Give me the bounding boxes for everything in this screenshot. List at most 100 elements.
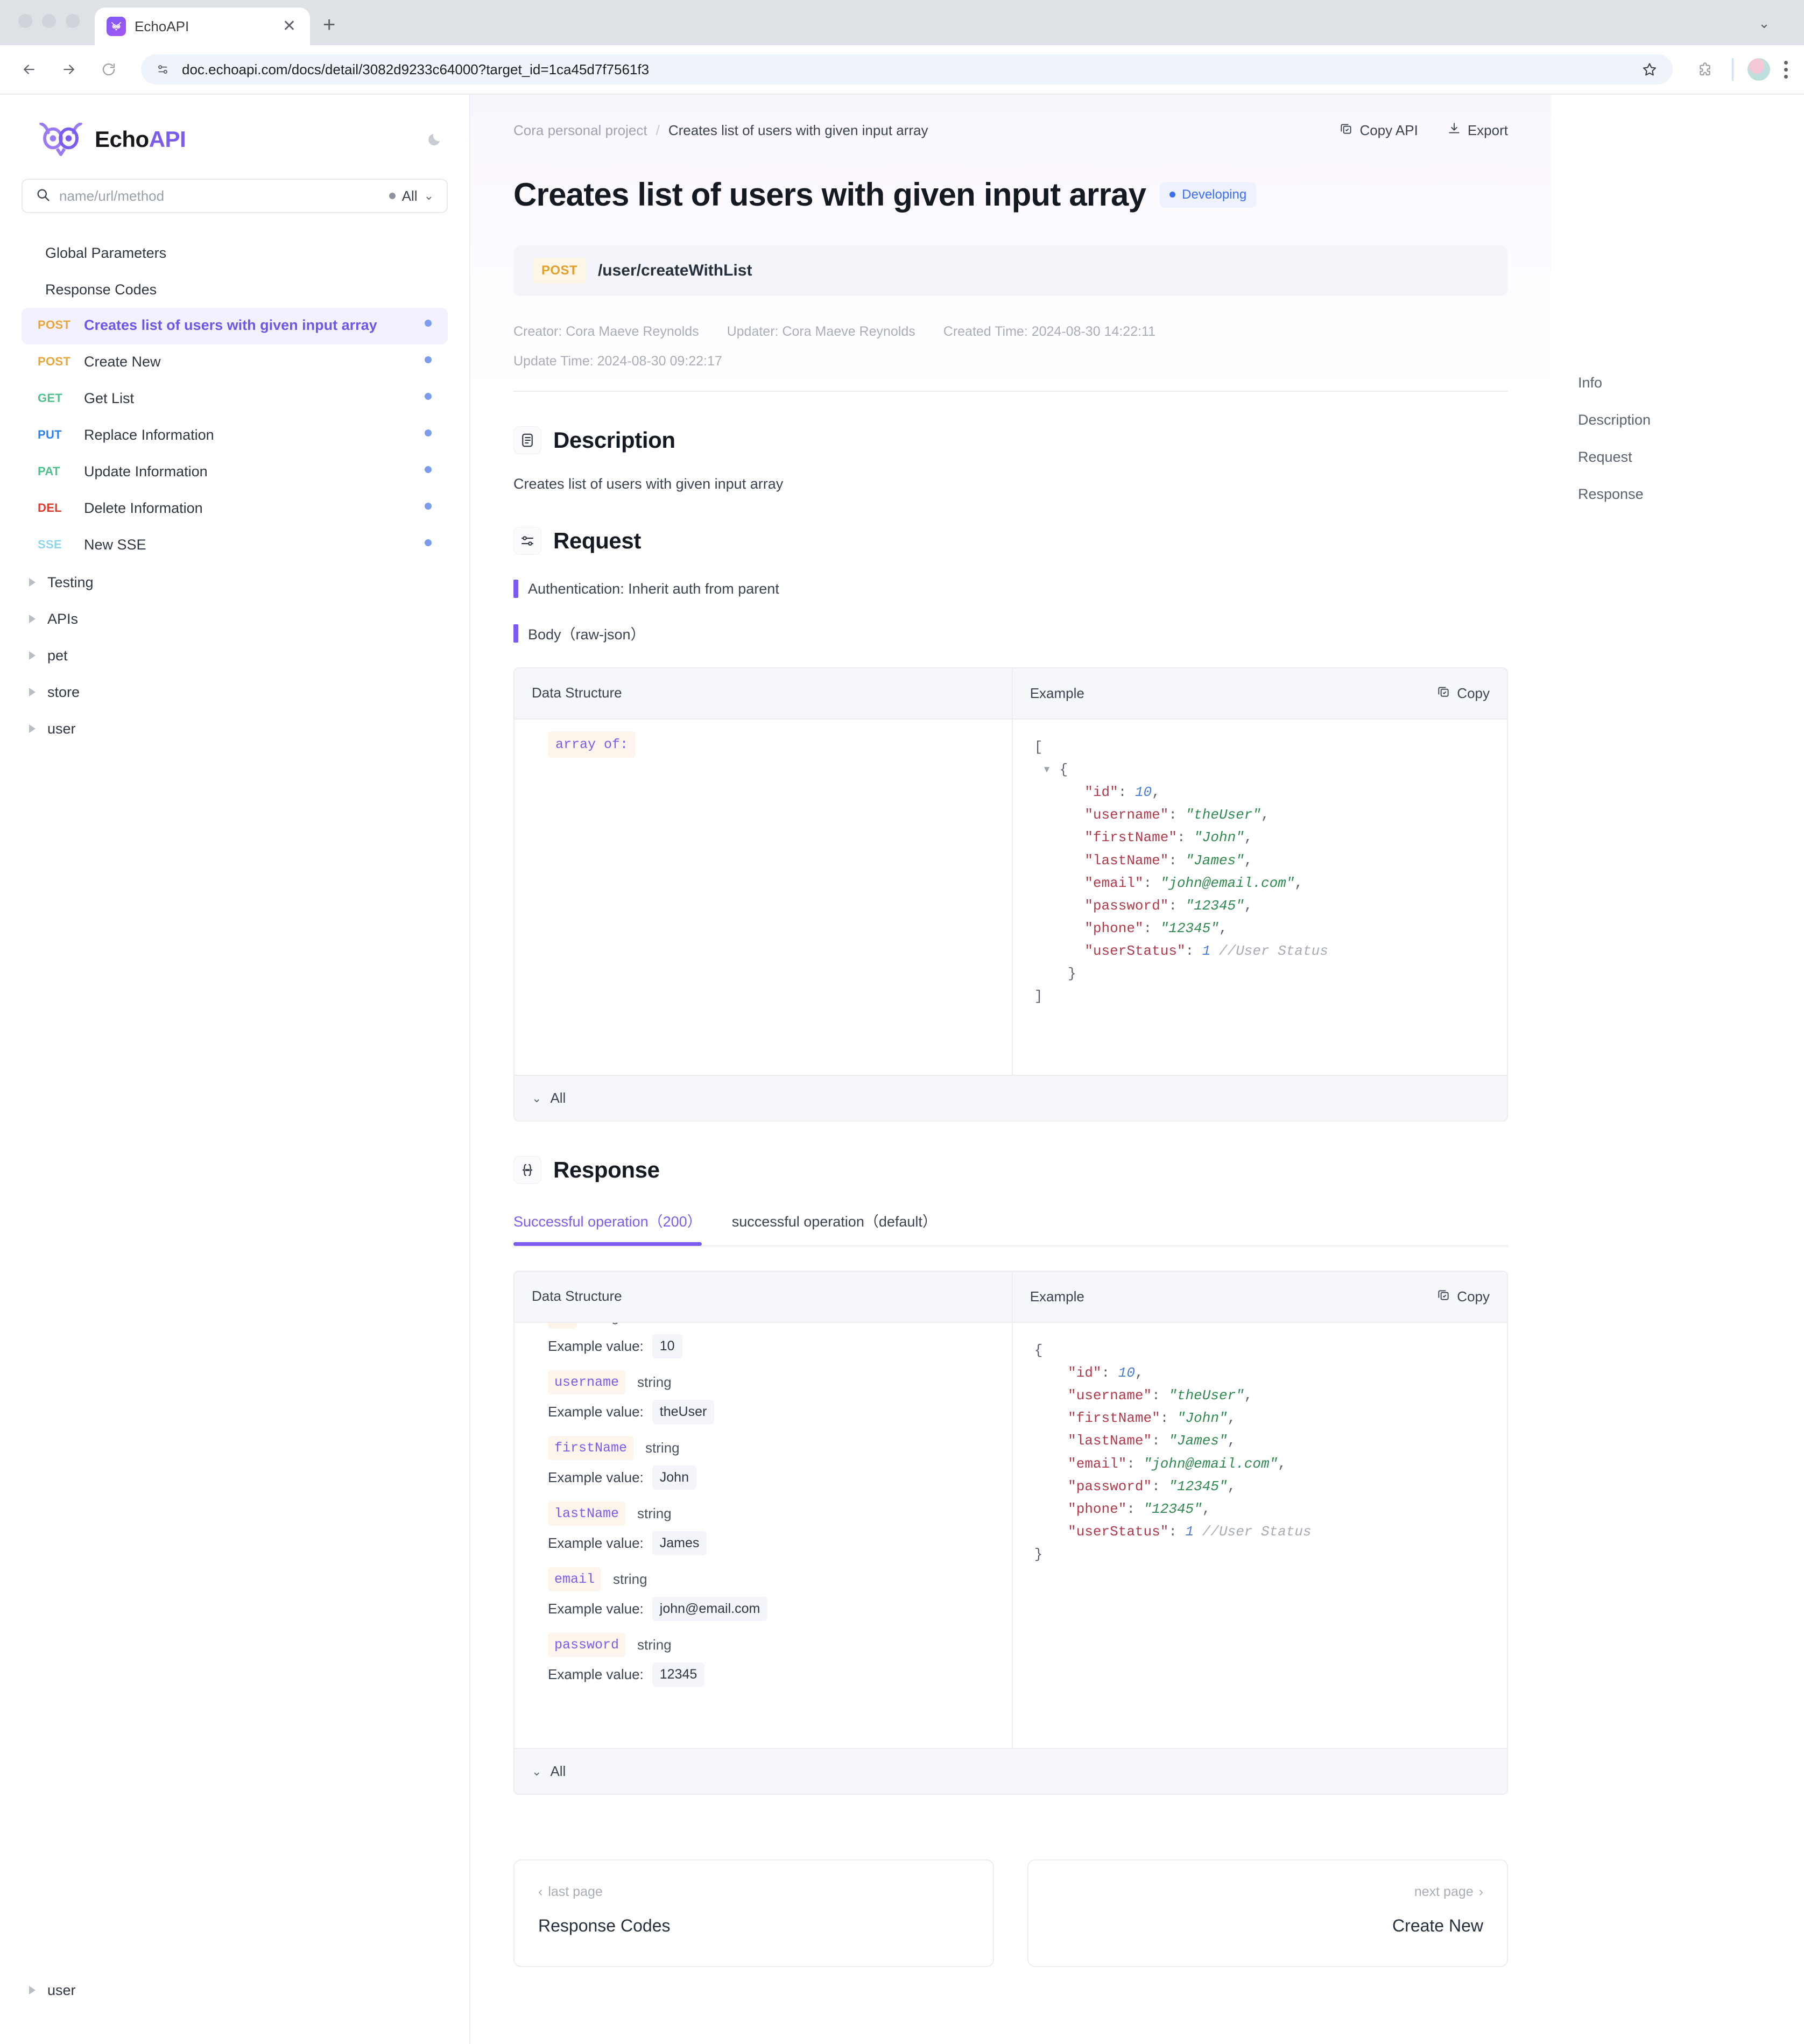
new-tab-button[interactable]: +	[323, 14, 335, 45]
response-field-row: id integer <int64> Example value: 10	[515, 1323, 1012, 1358]
browser-tab[interactable]: EchoAPI ✕	[95, 8, 310, 45]
bookmark-star-icon[interactable]	[1641, 61, 1658, 77]
site-settings-icon[interactable]	[156, 62, 170, 76]
chevron-right-icon: ›	[1478, 1884, 1483, 1899]
address-bar[interactable]: doc.echoapi.com/docs/detail/3082d9233c64…	[141, 54, 1673, 84]
dark-mode-moon-icon[interactable]	[426, 131, 442, 147]
sidebar-folder-testing[interactable]: Testing	[22, 564, 448, 601]
code-token-key: "phone"	[1084, 920, 1144, 936]
caret-right-icon	[29, 1986, 36, 1994]
fold-toggle-icon[interactable]: ▾	[1034, 762, 1060, 778]
metadata-row-2: Update Time: 2024-08-30 09:22:17	[513, 354, 1508, 369]
code-token-pun: ,	[1227, 1478, 1236, 1495]
sidebar-item-create-new[interactable]: POST Create New	[22, 344, 448, 381]
code-token-pun: :	[1160, 1410, 1177, 1427]
brand-logo-block[interactable]: EchoAPI	[22, 95, 448, 156]
toc-item-request[interactable]: Request	[1578, 449, 1804, 466]
toc-item-description[interactable]: Description	[1578, 412, 1804, 428]
sidebar-item-global-parameters[interactable]: Global Parameters	[22, 235, 448, 271]
code-token-key: "id"	[1068, 1365, 1102, 1382]
code-token-key: "lastName"	[1084, 852, 1169, 869]
code-line: "email": "john@email.com",	[1034, 1453, 1485, 1475]
code-token-str: "theUser"	[1185, 807, 1261, 823]
code-token-key: "userStatus"	[1084, 942, 1186, 959]
profile-avatar[interactable]	[1747, 58, 1770, 81]
field-example-row: Example value: James	[548, 1531, 1012, 1555]
prev-page-hint-wrap: ‹ last page	[538, 1884, 969, 1900]
sidebar-folder-user[interactable]: user	[22, 710, 448, 747]
code-token-pun: {	[1034, 1342, 1043, 1358]
tab-successful-operation-200[interactable]: Successful operation（200）	[513, 1210, 702, 1246]
sidebar-item-update-information[interactable]: PAT Update Information	[22, 454, 448, 491]
sidebar-item-new-sse[interactable]: SSE New SSE	[22, 527, 448, 564]
sidebar-folder-pet[interactable]: pet	[22, 637, 448, 674]
code-line: "username": "theUser",	[1034, 1384, 1485, 1407]
next-page-card[interactable]: next page › Create New	[1027, 1859, 1508, 1967]
extensions-puzzle-icon[interactable]	[1692, 57, 1718, 82]
forward-arrow-icon[interactable]	[56, 57, 82, 82]
code-token-key: "firstName"	[1084, 829, 1177, 846]
request-expand-all-bar[interactable]: ⌄ All	[515, 1075, 1507, 1120]
method-filter-select[interactable]: All ⌄	[389, 188, 434, 205]
sidebar-item-creates-list-of-users[interactable]: POST Creates list of users with given in…	[22, 308, 448, 344]
response-copy-button[interactable]: Copy	[1436, 1288, 1490, 1306]
code-token-pun: :	[1152, 1478, 1169, 1495]
code-token-pun: [	[1034, 739, 1043, 755]
code-token-pun	[1194, 1524, 1202, 1540]
code-token-pun: :	[1118, 784, 1135, 801]
maximize-window-dot[interactable]	[66, 14, 80, 28]
minimize-window-dot[interactable]	[42, 14, 56, 28]
field-example-row: Example value: 12345	[548, 1662, 1012, 1687]
status-dot-icon	[425, 356, 432, 363]
method-badge: POST	[38, 318, 71, 332]
code-token-pun: ,	[1227, 1410, 1236, 1427]
sidebar-item-get-list[interactable]: GET Get List	[22, 381, 448, 418]
request-copy-button[interactable]: Copy	[1436, 685, 1490, 702]
method-badge: SSE	[38, 538, 62, 551]
toc-item-info[interactable]: Info	[1578, 375, 1804, 391]
export-button[interactable]: Export	[1447, 122, 1508, 139]
sidebar-folder-user-sticky[interactable]: user	[29, 1982, 76, 1998]
example-value-label: Example value:	[548, 1535, 644, 1551]
breadcrumb-project[interactable]: Cora personal project	[513, 122, 647, 139]
method-badge: POST	[533, 258, 586, 284]
field-example-row: Example value: john@email.com	[548, 1597, 1012, 1621]
status-dot-icon	[425, 539, 432, 546]
sidebar-item-response-codes[interactable]: Response Codes	[22, 271, 448, 308]
example-value-label: Example value:	[548, 1404, 644, 1420]
header-actions: Copy API Export	[1339, 122, 1508, 139]
back-arrow-icon[interactable]	[16, 57, 42, 82]
tab-successful-operation-default[interactable]: successful operation（default）	[732, 1210, 937, 1245]
code-token-cmt: //User Status	[1218, 942, 1328, 959]
code-token-key: "lastName"	[1068, 1433, 1152, 1449]
window-controls[interactable]	[18, 14, 80, 28]
sidebar-item-label: Get List	[84, 390, 135, 406]
code-token-key: "firstName"	[1068, 1410, 1160, 1427]
field-example-row: Example value: 10	[548, 1334, 1012, 1358]
code-line: ▾ {	[1034, 758, 1485, 781]
close-window-dot[interactable]	[18, 14, 32, 28]
reload-icon[interactable]	[96, 57, 122, 82]
code-token-key: "password"	[1084, 897, 1169, 914]
sidebar-item-replace-information[interactable]: PUT Replace Information	[22, 418, 448, 454]
search-input[interactable]: name/url/method All ⌄	[22, 179, 448, 213]
chrome-menu-icon[interactable]	[1784, 60, 1788, 79]
toc-item-response[interactable]: Response	[1578, 486, 1804, 503]
code-line: "id": 10,	[1034, 1362, 1485, 1384]
prev-page-card[interactable]: ‹ last page Response Codes	[513, 1859, 994, 1967]
response-expand-all-bar[interactable]: ⌄ All	[515, 1748, 1507, 1794]
request-panel-header: Data Structure Example Copy	[515, 668, 1507, 720]
metadata-block: Creator: Cora Maeve Reynolds Updater: Co…	[470, 296, 1551, 369]
tab-list-chevron-down-icon[interactable]: ⌄	[1749, 12, 1779, 34]
meta-created-time: Created Time: 2024-08-30 14:22:11	[943, 324, 1156, 339]
response-panel-header: Data Structure Example Copy	[515, 1272, 1507, 1323]
sidebar-folder-store[interactable]: store	[22, 674, 448, 710]
sidebar-folder-apis[interactable]: APIs	[22, 601, 448, 637]
copy-api-button[interactable]: Copy API	[1339, 122, 1418, 139]
code-token-pun: :	[1126, 1455, 1144, 1472]
close-tab-icon[interactable]: ✕	[280, 18, 298, 34]
filter-dot-icon	[389, 193, 396, 199]
sidebar-item-delete-information[interactable]: DEL Delete Information	[22, 491, 448, 527]
